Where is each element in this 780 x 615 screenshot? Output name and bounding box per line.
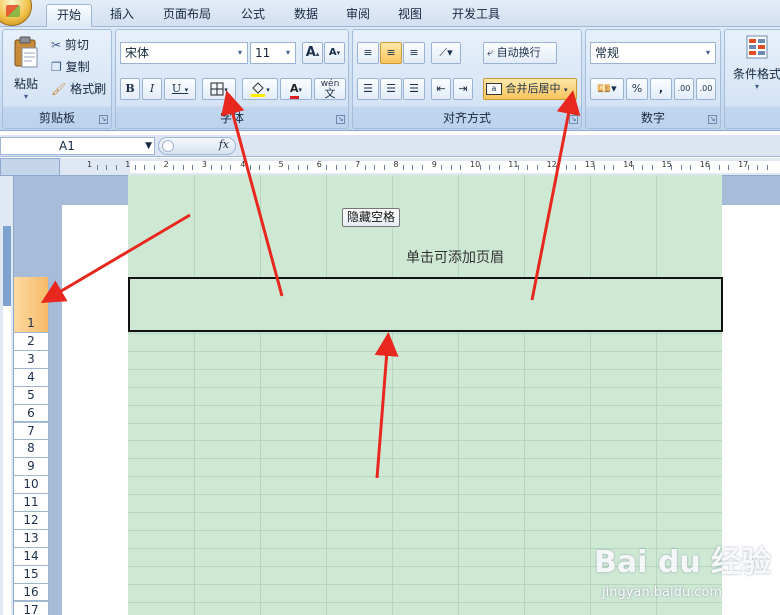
baidu-jingyan-watermark: Bai du 经验 jingyan.baidu.com: [594, 533, 780, 615]
arrow-to-cell-border: [374, 332, 399, 479]
watermark-url: jingyan.baidu.com: [602, 585, 722, 600]
annotation-arrows: [40, 90, 581, 479]
arrow-to-merge-center-button: [530, 90, 581, 301]
watermark-logo: Bai du 经验: [594, 545, 772, 580]
arrow-to-borders-button: [221, 90, 284, 297]
arrow-to-row-1: [40, 213, 191, 304]
